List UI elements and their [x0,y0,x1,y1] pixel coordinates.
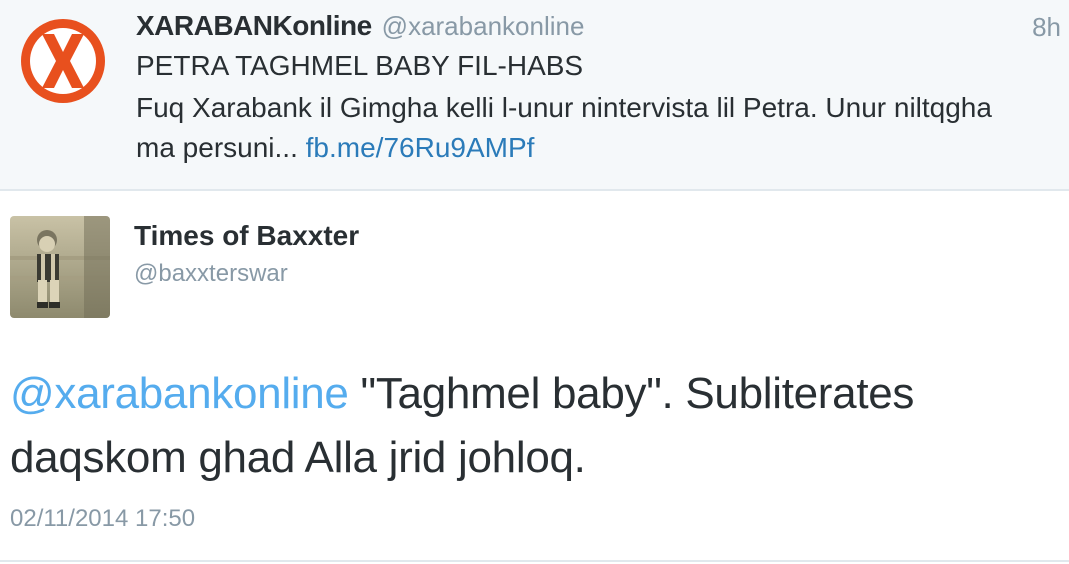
parent-handle[interactable]: @xarabankonline [382,11,585,41]
reply-text-line1: @xarabankonline "Taghmel baby". Subliter… [10,362,1060,426]
reply-display-name[interactable]: Times of Baxxter [134,220,359,252]
reply-text: @xarabankonline "Taghmel baby". Subliter… [10,362,1060,490]
reply-text-part1: "Taghmel baby". Subliterates [348,369,915,418]
parent-body-text: Fuq Xarabank il Gimgha kelli l-unur nint… [136,92,992,163]
parent-time-ago[interactable]: 8h [1032,12,1061,43]
xarabank-avatar-icon[interactable] [18,16,108,106]
reply-text-line2: daqskom ghad Alla jrid johloq. [10,433,586,482]
baxxter-avatar[interactable] [10,216,110,318]
reply-timestamp[interactable]: 02/11/2014 17:50 [10,505,195,533]
parent-headline: PETRA TAGHMEL BABY FIL-HABS [136,50,584,81]
reply-mention[interactable]: @xarabankonline [10,369,349,418]
reply-handle[interactable]: @baxxterswar [134,260,288,288]
parent-tweet[interactable]: XARABANKonline @xarabankonline 8h PETRA T… [0,0,1069,191]
parent-author[interactable]: XARABANKonline @xarabankonline [136,10,584,42]
parent-display-name[interactable]: XARABANKonline [136,10,372,41]
parent-body: Fuq Xarabank il Gimgha kelli l-unur nint… [136,88,1036,168]
parent-link[interactable]: fb.me/76Ru9AMPf [306,132,535,163]
divider [0,560,1069,562]
